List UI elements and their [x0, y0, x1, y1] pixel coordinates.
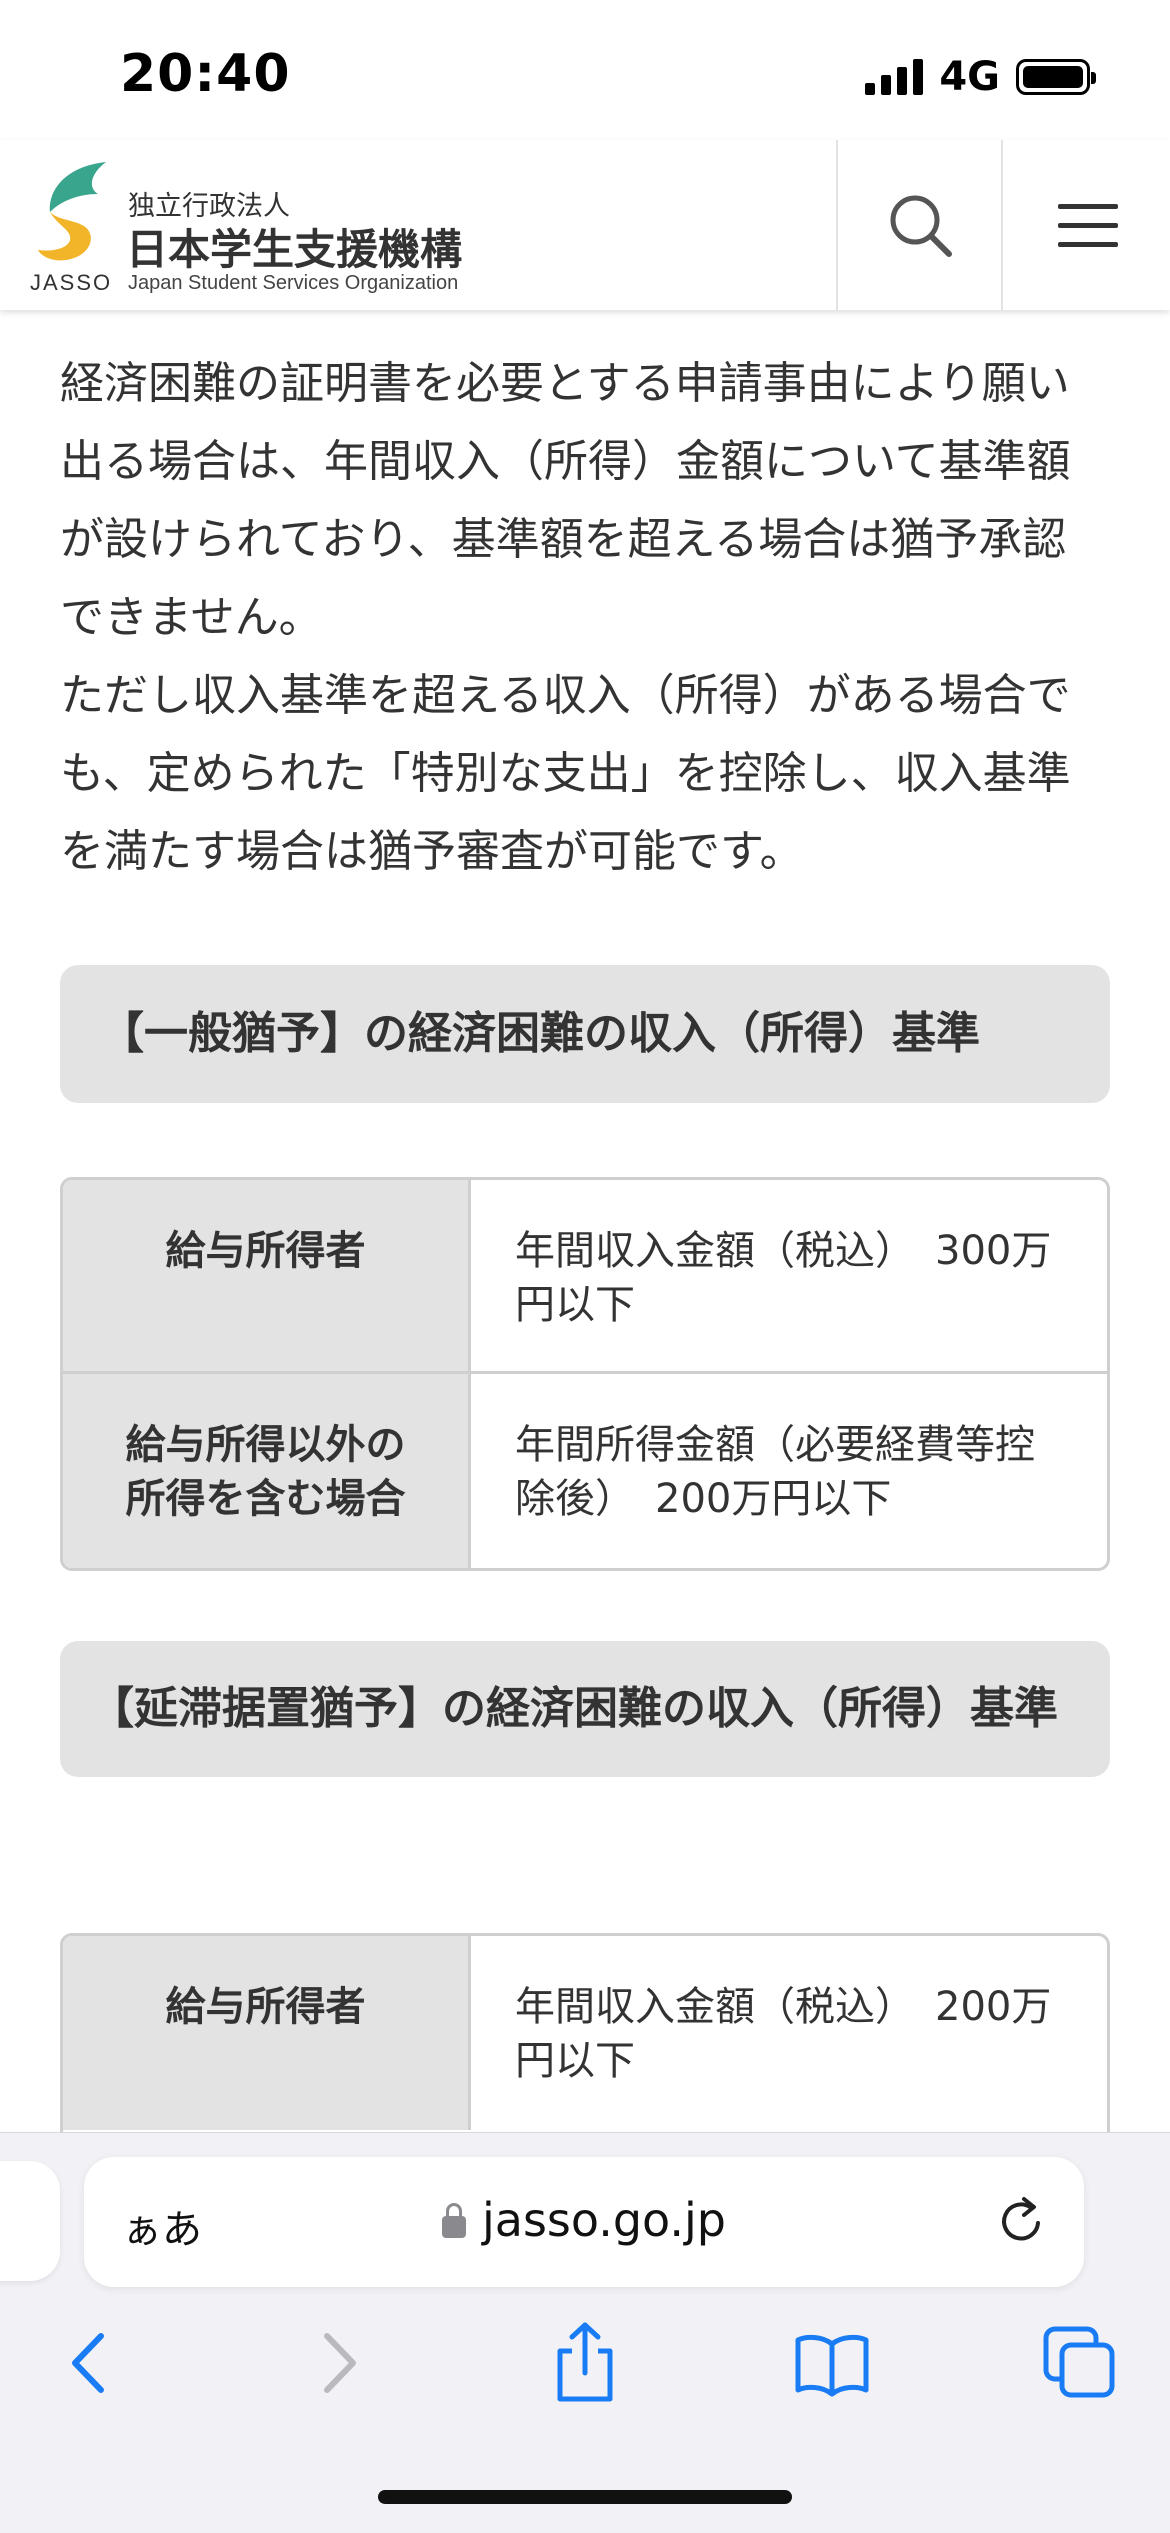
main-content: 経済困難の証明書を必要とする申請事由により願い出る場合は、年間収入（所得）金額に… [60, 345, 1110, 2193]
section-heading-general: 【一般猶予】の経済困難の収入（所得）基準 [60, 965, 1110, 1103]
table-row-value: 年間収入金額（税込） 200万円以下 [515, 1984, 1052, 2084]
intro-text: 経済困難の証明書を必要とする申請事由により願い出る場合は、年間収入（所得）金額に… [60, 345, 1110, 891]
tabs-button[interactable] [1030, 2313, 1130, 2413]
intro-paragraph-1: 経済困難の証明書を必要とする申請事由により願い出る場合は、年間収入（所得）金額に… [60, 358, 1071, 643]
share-icon [557, 2322, 613, 2402]
lock-icon [442, 2203, 466, 2238]
forward-button[interactable] [290, 2313, 390, 2413]
back-button[interactable] [38, 2313, 138, 2413]
network-type: 4G [939, 54, 1000, 100]
bookmarks-icon [795, 2334, 869, 2397]
table-row: 給与所得者 年間収入金額（税込） 300万円以下 [63, 1180, 1107, 1374]
home-indicator[interactable] [378, 2490, 792, 2504]
table-row: 給与所得者 年間収入金額（税込） 200万円以下 [63, 1936, 1107, 2130]
logo-caption: JASSO [30, 270, 113, 295]
table-row-label: 給与所得以外の所得を含む場合 [63, 1374, 471, 1568]
previous-tab-preview[interactable] [0, 2161, 60, 2281]
intro-paragraph-2: ただし収入基準を超える収入（所得）がある場合でも、定められた「特別な支出」を控除… [60, 670, 1071, 877]
browser-bottom-bar: ぁあ jasso.go.jp [0, 2132, 1170, 2533]
table-row: 給与所得以外の所得を含む場合 年間所得金額（必要経費等控除後） 200万円以下 [63, 1374, 1107, 1568]
table-row-label: 給与所得者 [63, 1180, 471, 1371]
status-bar: 20:40 4G [0, 0, 1170, 140]
table-row-value: 年間収入金額（税込） 300万円以下 [515, 1228, 1052, 1328]
cellular-signal-icon [865, 59, 924, 95]
section-heading-delinquency: 【延滞据置猶予】の経済困難の収入（所得）基準 [60, 1641, 1110, 1777]
criteria-table-general: 給与所得者 年間収入金額（税込） 300万円以下 給与所得以外の所得を含む場合 … [60, 1177, 1110, 1571]
reload-icon[interactable] [994, 2193, 1050, 2249]
forward-icon [324, 2333, 356, 2393]
tabs-icon [1043, 2326, 1115, 2398]
org-english-name: Japan Student Services Organization [128, 272, 459, 294]
table-row-value: 年間所得金額（必要経費等控除後） 200万円以下 [515, 1422, 1035, 1522]
address-bar[interactable]: ぁあ jasso.go.jp [84, 2157, 1084, 2287]
hamburger-menu-icon [1057, 203, 1118, 247]
org-name[interactable]: 日本学生支援機構 [126, 216, 462, 277]
share-button[interactable] [535, 2313, 635, 2413]
status-time: 20:40 [120, 44, 291, 104]
url-text: jasso.go.jp [482, 2193, 726, 2247]
site-header: JASSO 独立行政法人 日本学生支援機構 Japan Student Serv… [0, 140, 1170, 310]
back-icon [72, 2333, 104, 2393]
browser-toolbar [0, 2313, 1170, 2433]
search-icon [890, 195, 952, 257]
table-row-label: 給与所得者 [63, 1936, 471, 2130]
bookmarks-button[interactable] [782, 2313, 882, 2413]
menu-button[interactable] [1001, 140, 1170, 310]
status-indicators: 4G [865, 54, 1096, 100]
url-display[interactable]: jasso.go.jp [84, 2193, 1084, 2247]
search-button[interactable] [836, 140, 1002, 310]
jasso-logo-icon[interactable] [28, 160, 118, 270]
battery-icon [1016, 59, 1096, 95]
